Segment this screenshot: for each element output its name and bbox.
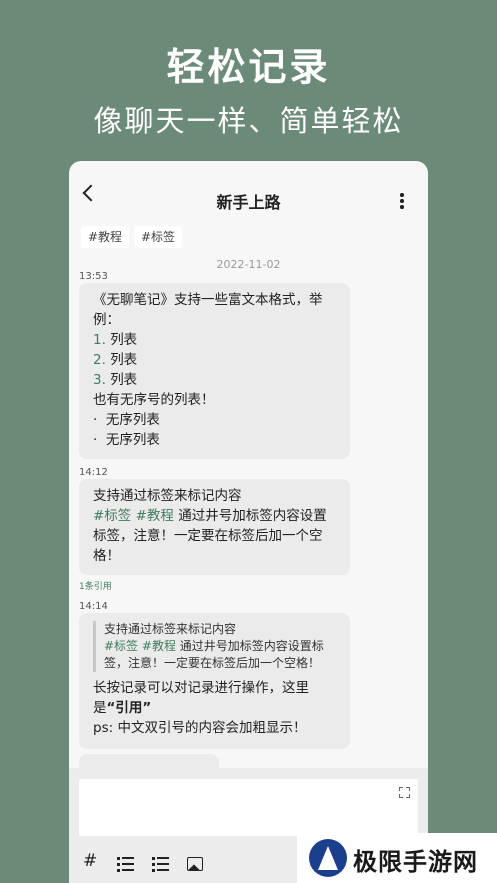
- note-text: ps: 中文双引号的内容会加粗显示！: [93, 720, 307, 736]
- reference-count-link[interactable]: 1条引用: [79, 579, 112, 592]
- tag-chip-tutorial[interactable]: #教程: [81, 226, 130, 248]
- note-time: 13:53: [79, 271, 108, 282]
- phone-screen: 新手上路 #教程 #标签 2022-11-02 13:53 《无聊笔记》支持一些…: [69, 161, 428, 883]
- list-item: 1. 列表: [93, 332, 138, 348]
- note-text: 也有无序号的列表！: [93, 392, 215, 408]
- list-item: · 无序列表: [93, 412, 160, 428]
- note-text: 标签，注意！一定要在标签后加一个空: [93, 528, 323, 544]
- hash-tag-button[interactable]: #: [83, 851, 97, 871]
- unordered-list-icon[interactable]: [152, 857, 169, 872]
- note-text: 格！: [93, 548, 120, 564]
- inline-tag[interactable]: #教程: [136, 508, 174, 524]
- inline-tag[interactable]: #标签: [104, 639, 138, 653]
- inline-tag[interactable]: #标签: [93, 508, 131, 524]
- quoted-note[interactable]: 支持通过标签来标记内容 #标签 #教程 通过井号加标签内容设置标 签，注意！一定…: [93, 621, 336, 672]
- more-vert-icon[interactable]: [400, 193, 404, 209]
- watermark-text: 极限手游网: [353, 848, 478, 876]
- note-bubble[interactable]: 支持通过标签来标记内容 #标签 #教程 通过井号加标签内容设置标 签，注意！一定…: [79, 613, 350, 749]
- date-separator: 2022-11-02: [216, 258, 281, 271]
- bold-quote-text: “引用”: [106, 700, 152, 716]
- note-time: 14:14: [79, 601, 108, 612]
- list-item: · 无序列表: [93, 432, 160, 448]
- note-text: 例：: [93, 312, 120, 328]
- inline-tag[interactable]: #教程: [142, 639, 176, 653]
- tag-chip-tag[interactable]: #标签: [134, 226, 183, 248]
- note-bubble[interactable]: 支持通过标签来标记内容 #标签 #教程 通过井号加标签内容设置 标签，注意！一定…: [79, 479, 350, 575]
- watermark: 极限手游网: [297, 833, 497, 883]
- note-text: 长按记录可以对记录进行操作，这里: [93, 680, 309, 696]
- app-bar: 新手上路: [69, 161, 428, 221]
- note-input[interactable]: [79, 779, 418, 836]
- note-bubble[interactable]: 《无聊笔记》支持一些富文本格式，举 例： 1. 列表 2. 列表 3. 列表 也…: [79, 283, 350, 459]
- list-item: 3. 列表: [93, 372, 138, 388]
- page-title: 新手上路: [216, 193, 281, 212]
- note-text: 《无聊笔记》支持一些富文本格式，举: [93, 292, 323, 308]
- list-item: 2. 列表: [93, 352, 138, 368]
- fullscreen-icon[interactable]: [399, 787, 410, 798]
- watermark-logo-icon: [309, 839, 347, 877]
- hero-subtitle: 像聊天一样、简单轻松: [93, 104, 404, 138]
- hero-title: 轻松记录: [166, 45, 331, 89]
- ordered-list-icon[interactable]: [117, 857, 134, 872]
- note-text: 支持通过标签来标记内容: [93, 488, 242, 504]
- image-icon[interactable]: [187, 857, 203, 871]
- note-time: 14:12: [79, 467, 108, 478]
